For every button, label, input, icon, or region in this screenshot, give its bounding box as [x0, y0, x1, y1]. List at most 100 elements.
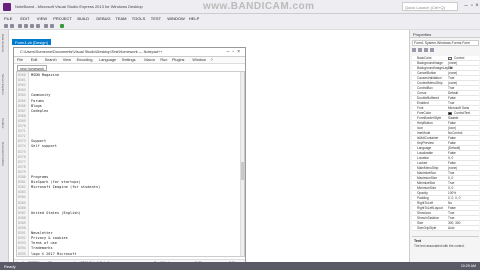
object-selector[interactable]: Form1 System.Windows.Forms.Form: [412, 40, 479, 46]
form-menu-file[interactable]: File: [17, 58, 23, 62]
back-icon[interactable]: [4, 24, 8, 28]
text-editor[interactable]: 8360 MSDN Magazine 8361 8362 8363 8364 Communi…: [16, 71, 245, 257]
color-swatch: [448, 112, 452, 115]
property-value[interactable]: True: [448, 86, 454, 90]
property-value[interactable]: 100%: [448, 191, 456, 195]
open-icon[interactable]: [24, 24, 28, 28]
property-value[interactable]: (none): [448, 166, 457, 170]
property-value[interactable]: True: [448, 171, 454, 175]
line-number: 8366: [18, 103, 26, 108]
property-value[interactable]: True: [448, 211, 454, 215]
forward-icon[interactable]: [10, 24, 14, 28]
property-row[interactable]: SizeGripStyle Auto: [412, 226, 479, 231]
property-value[interactable]: No: [448, 201, 452, 205]
line-number: 8383: [18, 190, 26, 195]
property-value[interactable]: 0, 0, 0, 0: [448, 196, 460, 200]
property-value[interactable]: False: [448, 136, 456, 140]
property-value[interactable]: False: [448, 151, 456, 155]
menu-help[interactable]: HELP: [189, 16, 199, 21]
alphabetical-icon[interactable]: [418, 48, 422, 52]
line-number: 8384: [18, 195, 26, 200]
property-value[interactable]: False: [448, 161, 456, 165]
property-value[interactable]: (Icon): [448, 126, 456, 130]
property-value[interactable]: True: [448, 216, 454, 220]
form-menu-search[interactable]: Search: [45, 58, 57, 62]
property-value[interactable]: True: [448, 101, 454, 105]
property-value[interactable]: NoControl: [448, 131, 462, 135]
save-all-icon[interactable]: [36, 24, 40, 28]
document-outline-tab[interactable]: Document Outline: [1, 142, 5, 166]
property-name: IsMdiContainer: [417, 136, 439, 140]
property-value[interactable]: False: [448, 121, 456, 125]
tab-form-design[interactable]: Form1.vb [Design]: [12, 39, 51, 45]
property-name: MaximumSize: [417, 176, 438, 180]
line-number: 8395: [18, 251, 26, 256]
property-value[interactable]: 300, 300: [448, 221, 460, 225]
property-name: Language: [417, 146, 432, 150]
side-tool-strip: Data Sources Server Explorer Toolbox Doc…: [0, 30, 9, 262]
line-text: Newsletter: [31, 231, 53, 236]
property-value[interactable]: Sizable: [448, 116, 458, 120]
categorized-icon[interactable]: [412, 48, 416, 52]
property-value[interactable]: False: [448, 141, 456, 145]
start-icon[interactable]: [60, 24, 64, 28]
line-number: 8363: [18, 88, 26, 93]
menu-edit[interactable]: EDIT: [20, 16, 29, 21]
property-value[interactable]: Auto: [448, 226, 455, 230]
property-value[interactable]: ControlText: [454, 111, 470, 115]
form-menu-encoding[interactable]: Encoding: [77, 58, 93, 62]
property-name: ContextMenuStrip: [417, 81, 443, 85]
property-value[interactable]: (Default): [448, 146, 460, 150]
properties-icon[interactable]: [424, 48, 428, 52]
property-value[interactable]: Default: [448, 91, 458, 95]
server-explorer-tab[interactable]: Server Explorer: [1, 74, 5, 95]
menu-view[interactable]: VIEW: [37, 16, 47, 21]
menu-file[interactable]: FILE: [4, 16, 12, 21]
form-menu-view[interactable]: View: [63, 58, 71, 62]
undo-icon[interactable]: [44, 24, 48, 28]
line-text: Support: [31, 139, 47, 144]
property-value[interactable]: True: [448, 181, 454, 185]
form-menu-macro[interactable]: Macro: [144, 58, 155, 62]
form-menu-help[interactable]: ?: [211, 58, 213, 62]
menu-build[interactable]: BUILD: [77, 16, 89, 21]
property-value[interactable]: False: [448, 96, 456, 100]
quick-launch-input[interactable]: Quick Launch (Ctrl+Q): [402, 2, 458, 11]
toolbox-tab[interactable]: Toolbox: [1, 118, 5, 128]
form-menu-plugins[interactable]: Plugins: [172, 58, 184, 62]
menu-window[interactable]: WINDOW: [167, 16, 185, 21]
color-swatch: [448, 57, 452, 60]
property-value[interactable]: Control: [454, 56, 464, 60]
menu-debug[interactable]: DEBUG: [96, 16, 110, 21]
property-value[interactable]: True: [448, 76, 454, 80]
menu-team[interactable]: TEAM: [115, 16, 126, 21]
new-project-icon[interactable]: [18, 24, 22, 28]
events-icon[interactable]: [430, 48, 434, 52]
form-menu-language[interactable]: Language: [99, 58, 116, 62]
property-value[interactable]: 0, 0: [448, 156, 453, 160]
menu-test[interactable]: TEST: [151, 16, 161, 21]
form-menu-edit[interactable]: Edit: [31, 58, 38, 62]
property-value[interactable]: 0, 0: [448, 176, 453, 180]
property-value[interactable]: 0, 0: [448, 186, 453, 190]
property-value[interactable]: Tile: [448, 66, 453, 70]
save-icon[interactable]: [30, 24, 34, 28]
property-value[interactable]: (none): [448, 71, 457, 75]
menu-tools[interactable]: TOOLS: [132, 16, 146, 21]
form-preview[interactable]: C:\Users\Someone\Documents\Visual Studio…: [13, 47, 246, 267]
redo-icon[interactable]: [50, 24, 54, 28]
form-menu-window[interactable]: Window: [192, 58, 206, 62]
property-value[interactable]: (none): [448, 61, 457, 65]
menu-project[interactable]: PROJECT: [53, 16, 72, 21]
property-value[interactable]: False: [448, 206, 456, 210]
form-menu-run[interactable]: Run: [160, 58, 167, 62]
data-sources-tab[interactable]: Data Sources: [1, 34, 5, 52]
line-number: 8393: [18, 241, 26, 246]
property-value[interactable]: Microsoft Sans: [448, 106, 469, 110]
property-value[interactable]: (none): [448, 81, 457, 85]
form-title: C:\Users\Someone\Documents\Visual Studio…: [20, 50, 163, 54]
form-window-buttons[interactable]: –▫×: [227, 49, 243, 55]
form-menu-settings[interactable]: Settings: [122, 58, 136, 62]
editor-line[interactable]: 8395 logo © 2017 Microsoft: [17, 252, 244, 257]
close-icon[interactable]: ×: [474, 2, 480, 10]
